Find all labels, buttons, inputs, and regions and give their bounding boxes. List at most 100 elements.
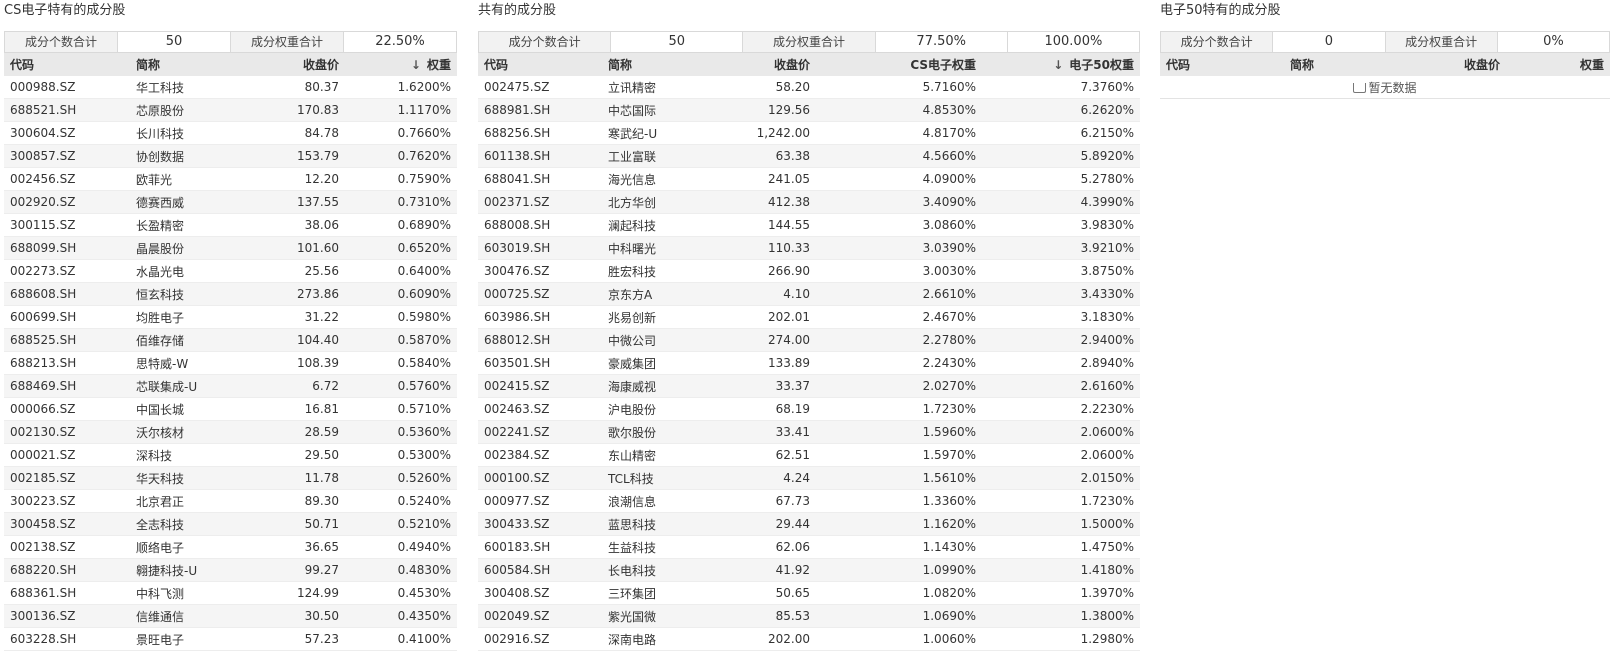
table-row[interactable]: 000066.SZ 中国长城 16.81 0.5710%: [4, 397, 457, 421]
col-header-cs-weight[interactable]: CS电子权重: [816, 53, 982, 76]
col-header-e50-weight[interactable]: ↓ 电子50权重: [982, 53, 1140, 76]
cell-close: 137.55: [236, 190, 345, 214]
cell-code: 300604.SZ: [4, 121, 130, 145]
table-row[interactable]: 000100.SZ TCL科技 4.24 1.5610% 2.0150%: [478, 466, 1140, 490]
table-row[interactable]: 002920.SZ 德赛西威 137.55 0.7310%: [4, 190, 457, 214]
cell-weight: 0.4350%: [345, 604, 457, 628]
table-row[interactable]: 000021.SZ 深科技 29.50 0.5300%: [4, 443, 457, 467]
table-row[interactable]: 688525.SH 佰维存储 104.40 0.5870%: [4, 328, 457, 352]
table-row[interactable]: 300433.SZ 蓝思科技 29.44 1.1620% 1.5000%: [478, 512, 1140, 536]
table-row[interactable]: 688213.SH 思特威-W 108.39 0.5840%: [4, 351, 457, 375]
table-row[interactable]: 000725.SZ 京东方A 4.10 2.6610% 3.4330%: [478, 282, 1140, 306]
col-header-close[interactable]: 收盘价: [708, 53, 816, 76]
table-row[interactable]: 300408.SZ 三环集团 50.65 1.0820% 1.3970%: [478, 581, 1140, 605]
table-row[interactable]: 601138.SH 工业富联 63.38 4.5660% 5.8920%: [478, 144, 1140, 168]
table-row[interactable]: 002475.SZ 立讯精密 58.20 5.7160% 7.3760%: [478, 76, 1140, 99]
cell-name: 中微公司: [602, 328, 708, 352]
table-row[interactable]: 002185.SZ 华天科技 11.78 0.5260%: [4, 466, 457, 490]
table-row[interactable]: 688256.SH 寒武纪-U 1,242.00 4.8170% 6.2150%: [478, 121, 1140, 145]
cell-close: 4.10: [708, 282, 816, 306]
table-row[interactable]: 688361.SH 中科飞测 124.99 0.4530%: [4, 581, 457, 605]
col-header-close[interactable]: 收盘价: [236, 53, 345, 76]
table-row[interactable]: 603501.SH 豪威集团 133.89 2.2430% 2.8940%: [478, 351, 1140, 375]
table-row[interactable]: 688981.SH 中芯国际 129.56 4.8530% 6.2620%: [478, 98, 1140, 122]
cell-name: 中科曙光: [602, 236, 708, 260]
cell-weight: 0.5840%: [345, 351, 457, 375]
table-row[interactable]: 600183.SH 生益科技 62.06 1.1430% 1.4750%: [478, 535, 1140, 559]
table-row[interactable]: 603228.SH 景旺电子 57.23 0.4100%: [4, 627, 457, 651]
cell-name: 全志科技: [130, 512, 236, 536]
table-row[interactable]: 002384.SZ 东山精密 62.51 1.5970% 2.0600%: [478, 443, 1140, 467]
table-row[interactable]: 688041.SH 海光信息 241.05 4.0900% 5.2780%: [478, 167, 1140, 191]
table-body: 002475.SZ 立讯精密 58.20 5.7160% 7.3760% 688981.S…: [478, 76, 1140, 651]
table-row[interactable]: 688521.SH 芯原股份 170.83 1.1170%: [4, 98, 457, 122]
table-row[interactable]: 002130.SZ 沃尔核材 28.59 0.5360%: [4, 420, 457, 444]
table-row[interactable]: 002916.SZ 深南电路 202.00 1.0060% 1.2980%: [478, 627, 1140, 651]
cell-code: 688099.SH: [4, 236, 130, 260]
table-row[interactable]: 600584.SH 长电科技 41.92 1.0990% 1.4180%: [478, 558, 1140, 582]
table-row[interactable]: 688608.SH 恒玄科技 273.86 0.6090%: [4, 282, 457, 306]
weight-value-cs: 77.50%: [875, 32, 1008, 52]
cell-name: 晶晨股份: [130, 236, 236, 260]
table-row[interactable]: 000988.SZ 华工科技 80.37 1.6200%: [4, 76, 457, 99]
empty-cell: 暂无数据: [1160, 76, 1610, 99]
col-header-code[interactable]: 代码: [4, 53, 130, 76]
table-row[interactable]: 002456.SZ 欧菲光 12.20 0.7590%: [4, 167, 457, 191]
cell-code: 600584.SH: [478, 558, 602, 582]
col-header-weight[interactable]: ↓ 权重: [345, 53, 457, 76]
table-row[interactable]: 000977.SZ 浪潮信息 67.73 1.3360% 1.7230%: [478, 489, 1140, 513]
col-header-code[interactable]: 代码: [478, 53, 602, 76]
cell-close: 274.00: [708, 328, 816, 352]
table-row[interactable]: 300476.SZ 胜宏科技 266.90 3.0030% 3.8750%: [478, 259, 1140, 283]
cell-close: 110.33: [708, 236, 816, 260]
cell-e50-weight: 3.9210%: [982, 236, 1140, 260]
cell-e50-weight: 3.9830%: [982, 213, 1140, 237]
cell-weight: 1.1170%: [345, 98, 457, 122]
cell-e50-weight: 3.4330%: [982, 282, 1140, 306]
cell-weight: 0.6090%: [345, 282, 457, 306]
count-label: 成分个数合计: [479, 32, 612, 52]
table-row[interactable]: 300136.SZ 信维通信 30.50 0.4350%: [4, 604, 457, 628]
table-row[interactable]: 300604.SZ 长川科技 84.78 0.7660%: [4, 121, 457, 145]
table-row[interactable]: 002049.SZ 紫光国微 85.53 1.0690% 1.3800%: [478, 604, 1140, 628]
sort-desc-icon: ↓: [410, 58, 421, 72]
col-header-name[interactable]: 简称: [1284, 53, 1388, 76]
cell-name: 中科飞测: [130, 581, 236, 605]
panel-e50-unique: 电子50特有的成分股 成分个数合计 0 成分权重合计 0% 代码 简称 收盘价 …: [1160, 0, 1610, 99]
cell-name: 浪潮信息: [602, 489, 708, 513]
empty-text: 暂无数据: [1368, 80, 1417, 95]
col-header-code[interactable]: 代码: [1160, 53, 1284, 76]
table-row[interactable]: 300115.SZ 长盈精密 38.06 0.6890%: [4, 213, 457, 237]
cell-e50-weight: 1.3970%: [982, 581, 1140, 605]
cell-code: 688525.SH: [4, 328, 130, 352]
table-row[interactable]: 688220.SH 翱捷科技-U 99.27 0.4830%: [4, 558, 457, 582]
table-row[interactable]: 300857.SZ 协创数据 153.79 0.7620%: [4, 144, 457, 168]
table-row[interactable]: 002415.SZ 海康威视 33.37 2.0270% 2.6160%: [478, 374, 1140, 398]
table-row[interactable]: 688012.SH 中微公司 274.00 2.2780% 2.9400%: [478, 328, 1140, 352]
col-header-close[interactable]: 收盘价: [1388, 53, 1506, 76]
table-row[interactable]: 688469.SH 芯联集成-U 6.72 0.5760%: [4, 374, 457, 398]
col-header-name[interactable]: 简称: [602, 53, 708, 76]
table-row[interactable]: 688008.SH 澜起科技 144.55 3.0860% 3.9830%: [478, 213, 1140, 237]
cell-weight: 0.7590%: [345, 167, 457, 191]
col-header-name[interactable]: 简称: [130, 53, 236, 76]
col-header-weight[interactable]: 权重: [1506, 53, 1610, 76]
table-row[interactable]: 300458.SZ 全志科技 50.71 0.5210%: [4, 512, 457, 536]
cell-code: 002916.SZ: [478, 627, 602, 651]
table-row[interactable]: 002138.SZ 顺络电子 36.65 0.4940%: [4, 535, 457, 559]
table-row[interactable]: 002463.SZ 沪电股份 68.19 1.7230% 2.2230%: [478, 397, 1140, 421]
table-row[interactable]: 688099.SH 晶晨股份 101.60 0.6520%: [4, 236, 457, 260]
table-row[interactable]: 002273.SZ 水晶光电 25.56 0.6400%: [4, 259, 457, 283]
cell-name: 佰维存储: [130, 328, 236, 352]
cell-e50-weight: 1.7230%: [982, 489, 1140, 513]
table-row[interactable]: 600699.SH 均胜电子 31.22 0.5980%: [4, 305, 457, 329]
table-row[interactable]: 603986.SH 兆易创新 202.01 2.4670% 3.1830%: [478, 305, 1140, 329]
table-row[interactable]: 603019.SH 中科曙光 110.33 3.0390% 3.9210%: [478, 236, 1140, 260]
weight-value: 0%: [1497, 32, 1609, 52]
cell-code: 000988.SZ: [4, 76, 130, 99]
table-row[interactable]: 002371.SZ 北方华创 412.38 3.4090% 4.3990%: [478, 190, 1140, 214]
cell-name: 恒玄科技: [130, 282, 236, 306]
table-row[interactable]: 300223.SZ 北京君正 89.30 0.5240%: [4, 489, 457, 513]
table-row[interactable]: 002241.SZ 歌尔股份 33.41 1.5960% 2.0600%: [478, 420, 1140, 444]
cell-name: 兆易创新: [602, 305, 708, 329]
